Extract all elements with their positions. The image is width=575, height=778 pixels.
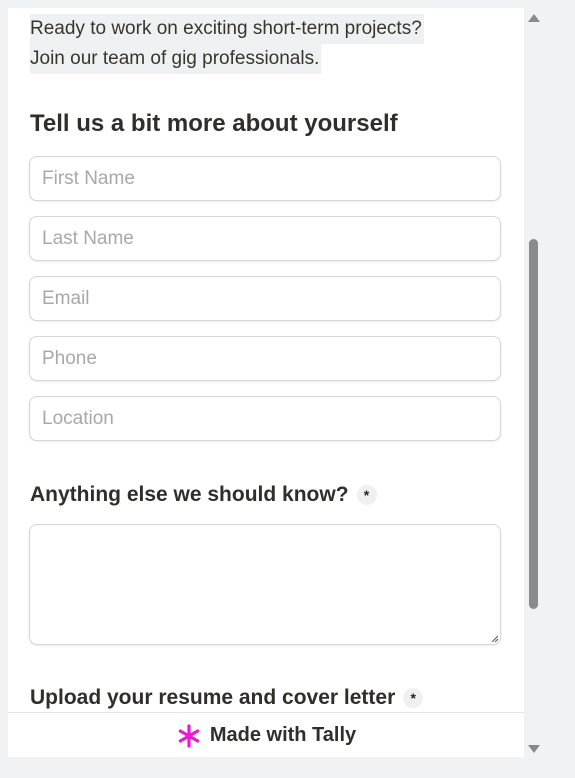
made-with-tally-footer[interactable]: Made with Tally — [8, 712, 524, 757]
anything-else-textarea[interactable] — [29, 524, 501, 645]
upload-question: Upload your resume and cover letter * — [30, 686, 424, 710]
asterisk-icon — [178, 723, 200, 748]
footer-label: Made with Tally — [209, 724, 357, 746]
scroll-down-arrow-icon[interactable] — [528, 745, 540, 753]
first-name-input[interactable] — [29, 156, 501, 201]
form-panel: Ready to work on exciting short-term pro… — [8, 8, 524, 757]
upload-label: Upload your resume and cover letter — [30, 686, 396, 709]
email-input[interactable] — [29, 276, 501, 321]
scrollbar-thumb[interactable] — [529, 239, 538, 609]
last-name-input[interactable] — [29, 216, 501, 261]
anything-else-label: Anything else we should know? — [30, 483, 349, 506]
vertical-scrollbar[interactable] — [524, 8, 542, 757]
required-badge: * — [356, 485, 377, 505]
location-input[interactable] — [29, 396, 501, 441]
required-badge: * — [403, 688, 424, 708]
anything-else-question: Anything else we should know? * — [30, 483, 377, 507]
intro-line-1: Ready to work on exciting short-term pro… — [30, 14, 424, 44]
intro-line-2: Join our team of gig professionals. — [30, 44, 322, 74]
intro-text: Ready to work on exciting short-term pro… — [30, 14, 424, 74]
phone-input[interactable] — [29, 336, 501, 381]
resize-handle-icon[interactable] — [491, 635, 499, 643]
about-heading: Tell us a bit more about yourself — [30, 110, 398, 137]
scroll-up-arrow-icon[interactable] — [528, 14, 540, 22]
